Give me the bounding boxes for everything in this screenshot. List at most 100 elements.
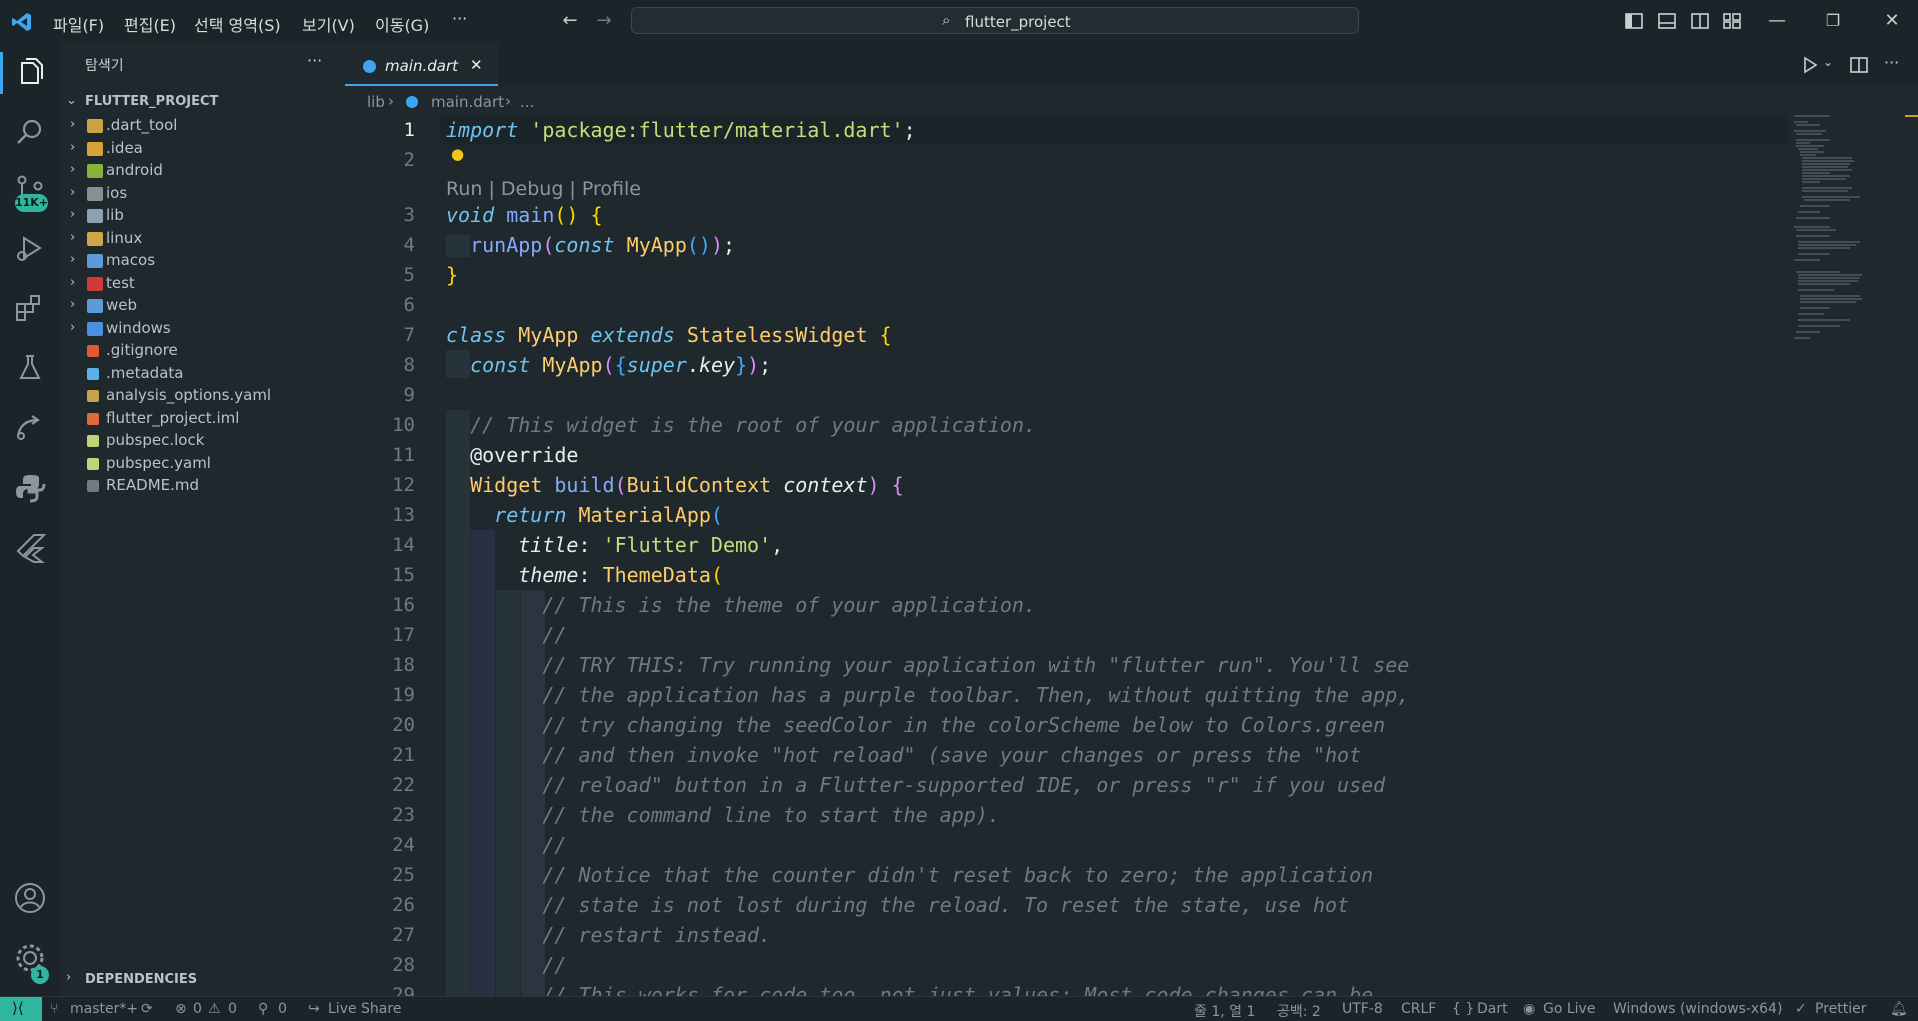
dependencies-header[interactable]: › DEPENDENCIES — [60, 968, 345, 992]
minimap[interactable] — [1790, 112, 1880, 362]
tree-item-label: ios — [106, 183, 128, 202]
extensions-icon[interactable] — [12, 290, 48, 326]
errors-icon: ⊗ — [175, 1001, 187, 1017]
line-number: 17 — [392, 624, 415, 646]
menu-edit[interactable]: 편집(E) — [124, 12, 176, 36]
language-mode[interactable]: Dart — [1477, 1001, 1508, 1017]
restore-icon[interactable]: ❐ — [1823, 11, 1843, 31]
run-debug-icon[interactable] — [12, 230, 48, 266]
tree-item-label: lib — [106, 206, 124, 224]
flutter-icon[interactable] — [12, 530, 48, 566]
project-header[interactable]: ⌄ FLUTTER_PROJECT — [60, 90, 345, 114]
split-editor-icon[interactable] — [1849, 55, 1869, 75]
toggle-panel-icon[interactable] — [1657, 11, 1677, 31]
line-number: 12 — [392, 474, 415, 496]
flutter-device[interactable]: Windows (windows-x64) — [1613, 1001, 1782, 1017]
folder-icon — [87, 299, 103, 313]
code-line-19: // the application has a purple toolbar.… — [542, 683, 1410, 707]
codelens-run-debug-profile[interactable]: Run | Debug | Profile — [446, 178, 641, 200]
code-line-7: class MyApp extends StatelessWidget { — [446, 323, 892, 347]
explorer-icon[interactable] — [12, 55, 48, 91]
end-of-line[interactable]: CRLF — [1401, 1001, 1436, 1017]
cursor-position[interactable]: 줄 1, 열 1 — [1194, 1001, 1255, 1021]
errors-count[interactable]: 0 — [193, 1001, 202, 1017]
scrollbar-marker — [1905, 115, 1918, 117]
tree-file[interactable]: README.md — [60, 473, 345, 499]
code-line-11: @override — [470, 443, 579, 467]
tab-close-icon[interactable]: ✕ — [470, 56, 483, 74]
minimize-icon[interactable]: — — [1767, 11, 1787, 31]
tree-item-label: .metadata — [106, 363, 184, 382]
search-text: flutter_project — [965, 13, 1071, 31]
menu-view[interactable]: 보기(V) — [302, 12, 355, 36]
explorer-more-button[interactable]: ··· — [307, 51, 322, 70]
prettier[interactable]: Prettier — [1815, 1001, 1867, 1017]
sync-icon[interactable]: ⟳ — [141, 1001, 153, 1017]
remote-explorer-icon[interactable] — [12, 410, 48, 446]
folder-icon — [87, 141, 103, 156]
customize-layout-icon[interactable] — [1722, 11, 1742, 31]
code-line-13: return MaterialApp( — [494, 503, 723, 527]
line-number: 3 — [403, 204, 415, 226]
back-arrow-icon[interactable]: ← — [560, 11, 580, 31]
folder-icon — [87, 119, 103, 133]
menu-file[interactable]: 파일(F) — [53, 12, 104, 36]
go-live[interactable]: Go Live — [1543, 1001, 1595, 1017]
tree-item-label: web — [106, 296, 138, 314]
line-number: 11 — [392, 444, 415, 466]
editor-more-button[interactable]: ··· — [1884, 53, 1899, 72]
encoding[interactable]: UTF-8 — [1342, 1001, 1383, 1017]
line-number: 20 — [392, 714, 415, 736]
chevron-right-icon: › — [66, 970, 72, 985]
remote-indicator[interactable]: ⟩⟨ — [0, 997, 42, 1021]
git-branch[interactable]: master*+ — [70, 1001, 138, 1017]
run-icon[interactable] — [1800, 55, 1820, 75]
code-line-29: // This works for code too, not just val… — [542, 983, 1374, 996]
folder-icon — [87, 186, 103, 201]
line-number: 21 — [392, 744, 415, 766]
tab-main-dart[interactable]: main.dart ✕ — [345, 42, 498, 86]
code-line-26: // state is not lost during the reload. … — [542, 893, 1350, 917]
toggle-primary-sidebar-icon[interactable] — [1624, 11, 1644, 31]
code-line-16: // This is the theme of your application… — [542, 593, 1037, 617]
code-line-27: // restart instead. — [542, 923, 772, 947]
close-window-icon[interactable]: ✕ — [1882, 11, 1902, 31]
ports-count[interactable]: 0 — [278, 1001, 287, 1017]
tree-item-label: test — [106, 273, 135, 292]
toggle-secondary-sidebar-icon[interactable] — [1690, 11, 1710, 31]
breadcrumb-separator-icon: › — [388, 92, 394, 110]
folder-icon — [87, 231, 103, 246]
vscode-logo — [11, 11, 33, 33]
notifications-bell-icon[interactable]: 🔔︎ — [1890, 1001, 1908, 1017]
lightbulb-icon[interactable]: ● — [451, 145, 464, 163]
chevron-down-icon: ⌄ — [66, 93, 77, 108]
forward-arrow-icon[interactable]: → — [594, 11, 614, 31]
command-center-search[interactable]: ⌕ flutter_project — [631, 7, 1359, 34]
menu-selection[interactable]: 선택 영역(S) — [194, 12, 281, 36]
line-number: 22 — [392, 774, 415, 796]
breadcrumb-separator-icon: › — [505, 92, 511, 110]
line-number: 26 — [392, 894, 415, 916]
breadcrumb-lib[interactable]: lib — [367, 93, 385, 111]
title-bar: 파일(F) 편집(E) 선택 영역(S) 보기(V) 이동(G) ··· ← →… — [0, 0, 1918, 42]
code-line-20: // try changing the seedColor in the col… — [542, 713, 1386, 737]
breadcrumb: lib › main.dart › ... — [345, 88, 745, 114]
tree-item-label: macos — [106, 251, 156, 269]
tree-item-label: pubspec.yaml — [106, 453, 211, 472]
dart-file-icon — [406, 96, 418, 108]
tree-item-label: .dart_tool — [106, 116, 178, 134]
account-icon[interactable] — [12, 880, 48, 916]
line-number: 6 — [403, 294, 415, 316]
menu-go[interactable]: 이동(G) — [375, 12, 429, 36]
breadcrumb-file[interactable]: main.dart — [431, 93, 504, 111]
breadcrumb-more[interactable]: ... — [520, 93, 534, 111]
search-icon[interactable] — [12, 115, 48, 151]
indentation[interactable]: 공백: 2 — [1277, 1001, 1321, 1021]
run-dropdown-chevron-icon[interactable]: ⌄ — [1823, 55, 1833, 69]
testing-flask-icon[interactable] — [12, 350, 48, 386]
python-icon[interactable] — [12, 470, 48, 506]
menu-more[interactable]: ··· — [452, 9, 467, 28]
file-icon — [87, 390, 99, 402]
warnings-count[interactable]: 0 — [228, 1001, 237, 1017]
live-share[interactable]: Live Share — [328, 1001, 401, 1017]
